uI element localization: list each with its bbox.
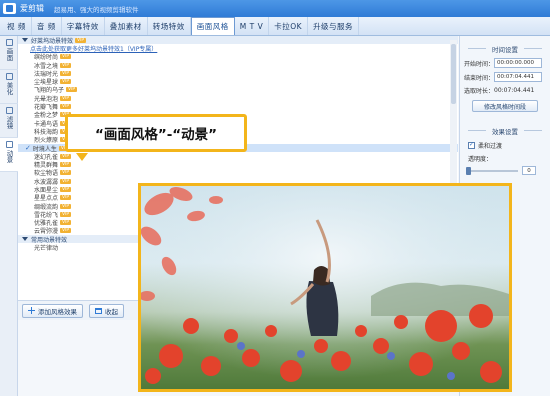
duration-row: 选取时长： 00:07:04.441	[464, 86, 550, 95]
collapse-icon	[95, 307, 102, 314]
effect-settings-title: 效果设置	[460, 126, 550, 136]
vip-badge: VIP	[60, 211, 72, 217]
vip-badge: VIP	[60, 62, 72, 68]
more-effects-link[interactable]: 点击此处获取更多好莱坞动景特效1（VIP专属）	[18, 44, 458, 53]
vip-badge: VIP	[60, 220, 72, 226]
side-tab-label: 美化	[5, 82, 13, 95]
opacity-label-row: 透明度：	[468, 154, 550, 163]
preview-photo	[138, 183, 512, 392]
main-menu: 视 频 音 频 字幕特效 叠加素材 转场特效 画面风格 M T V 卡拉OK 升…	[0, 17, 550, 36]
tab-upgrade-service[interactable]: 升级与服务	[308, 17, 360, 35]
opacity-slider[interactable]	[466, 166, 518, 175]
list-item[interactable]: 精灵群舞 VIP	[18, 160, 458, 169]
slider-handle[interactable]	[466, 166, 471, 175]
vip-badge: VIP	[60, 104, 72, 110]
end-time-input[interactable]: 00:07:04.441	[494, 72, 542, 82]
vip-badge: VIP	[60, 186, 72, 192]
vip-badge: VIP	[60, 70, 72, 76]
button-label: 收起	[105, 307, 118, 316]
start-time-label: 开始时间：	[464, 60, 495, 68]
add-style-effect-button[interactable]: 添加风格效果	[22, 303, 83, 318]
side-tab-strip: 画面 美化 滤镜 动景	[0, 36, 18, 396]
motion-icon	[5, 141, 13, 148]
time-settings-title: 时间设置	[460, 44, 550, 54]
vip-badge: VIP	[66, 87, 78, 93]
list-item[interactable]: 光晕泡泡 VIP	[18, 94, 458, 103]
list-item[interactable]: 花瓣飞舞 VIP	[18, 102, 458, 111]
tab-audio[interactable]: 音 频	[32, 17, 62, 35]
end-time-label: 结束时间：	[464, 74, 495, 82]
app-slogan: 超易用、强大的视频剪辑软件	[54, 5, 139, 14]
filter-icon	[5, 107, 13, 114]
duration-label: 选取时长：	[464, 88, 495, 95]
side-tab-filter[interactable]: 滤镜	[0, 104, 18, 138]
list-item[interactable]: 缤纷时尚 VIP	[18, 53, 458, 61]
tab-overlay-materials[interactable]: 叠加素材	[105, 17, 148, 35]
side-tab-picture[interactable]: 画面	[0, 36, 18, 70]
tab-mtv[interactable]: M T V	[235, 17, 270, 35]
list-item[interactable]: 软尘物语 VIP	[18, 169, 458, 177]
start-time-row: 开始时间： 00:00:00.000	[464, 58, 550, 68]
vip-badge: VIP	[60, 162, 72, 168]
opacity-label: 透明度：	[468, 156, 493, 163]
end-time-row: 结束时间： 00:07:04.441	[464, 72, 550, 82]
duration-value: 00:07:04.441	[494, 87, 535, 94]
app-name: 爱剪辑	[20, 4, 44, 13]
side-tab-label: 画面	[5, 48, 13, 61]
tab-karaoke[interactable]: 卡拉OK	[269, 17, 309, 35]
app-logo-icon	[3, 3, 16, 14]
vip-badge: VIP	[60, 95, 72, 101]
list-item[interactable]: 法瑞时光 VIP	[18, 69, 458, 78]
tab-transition-effects[interactable]: 转场特效	[148, 17, 191, 35]
tab-video[interactable]: 视 频	[2, 17, 32, 35]
button-label: 添加风格效果	[38, 307, 77, 316]
vip-badge: VIP	[60, 79, 72, 85]
tab-subtitle-effects[interactable]: 字幕特效	[62, 17, 105, 35]
picture-icon	[5, 39, 13, 46]
side-tab-beautify[interactable]: 美化	[0, 70, 18, 104]
soft-transition-checkbox[interactable]	[468, 141, 475, 149]
title-bar: 爱剪辑 超易用、强大的视频剪辑软件	[0, 0, 550, 17]
scrollbar-thumb[interactable]	[451, 44, 456, 104]
side-tab-label: 滤镜	[5, 116, 13, 129]
opacity-slider-row: 0	[466, 166, 550, 175]
tab-picture-style[interactable]: 画面风格	[190, 17, 235, 35]
list-item[interactable]: 尘埃星球 VIP	[18, 77, 458, 86]
list-item[interactable]: 冰雪之境 VIP	[18, 61, 458, 70]
callout-label: “画面风格”-“动景”	[65, 114, 247, 152]
vip-badge: VIP	[60, 54, 72, 60]
vip-badge: VIP	[60, 228, 72, 234]
chevron-down-icon	[22, 38, 28, 43]
opacity-input[interactable]: 0	[522, 166, 536, 175]
list-item[interactable]: 飞翔的乌子 VIP	[18, 86, 458, 94]
callout-arrow-icon	[76, 153, 88, 161]
vip-badge: VIP	[60, 178, 72, 184]
vip-badge: VIP	[60, 203, 72, 209]
modify-style-time-button[interactable]: 修改风格时间段	[472, 100, 538, 112]
beautify-icon	[5, 73, 13, 80]
vip-badge: VIP	[60, 170, 72, 176]
collapse-button[interactable]: 收起	[89, 303, 124, 318]
check-icon: ✓	[25, 144, 31, 152]
chevron-down-icon	[22, 237, 28, 242]
side-tab-motion[interactable]: 动景	[0, 138, 18, 172]
vip-badge: VIP	[60, 153, 72, 159]
soft-transition-label: 柔和过渡	[478, 143, 503, 150]
vip-badge: VIP	[75, 37, 87, 43]
plus-icon	[28, 307, 35, 314]
poppy-field-image	[141, 186, 509, 389]
side-tab-label: 动景	[5, 150, 13, 163]
start-time-input[interactable]: 00:00:00.000	[494, 58, 542, 68]
vip-badge: VIP	[60, 195, 72, 201]
soft-transition-row: 柔和过渡	[468, 141, 550, 150]
